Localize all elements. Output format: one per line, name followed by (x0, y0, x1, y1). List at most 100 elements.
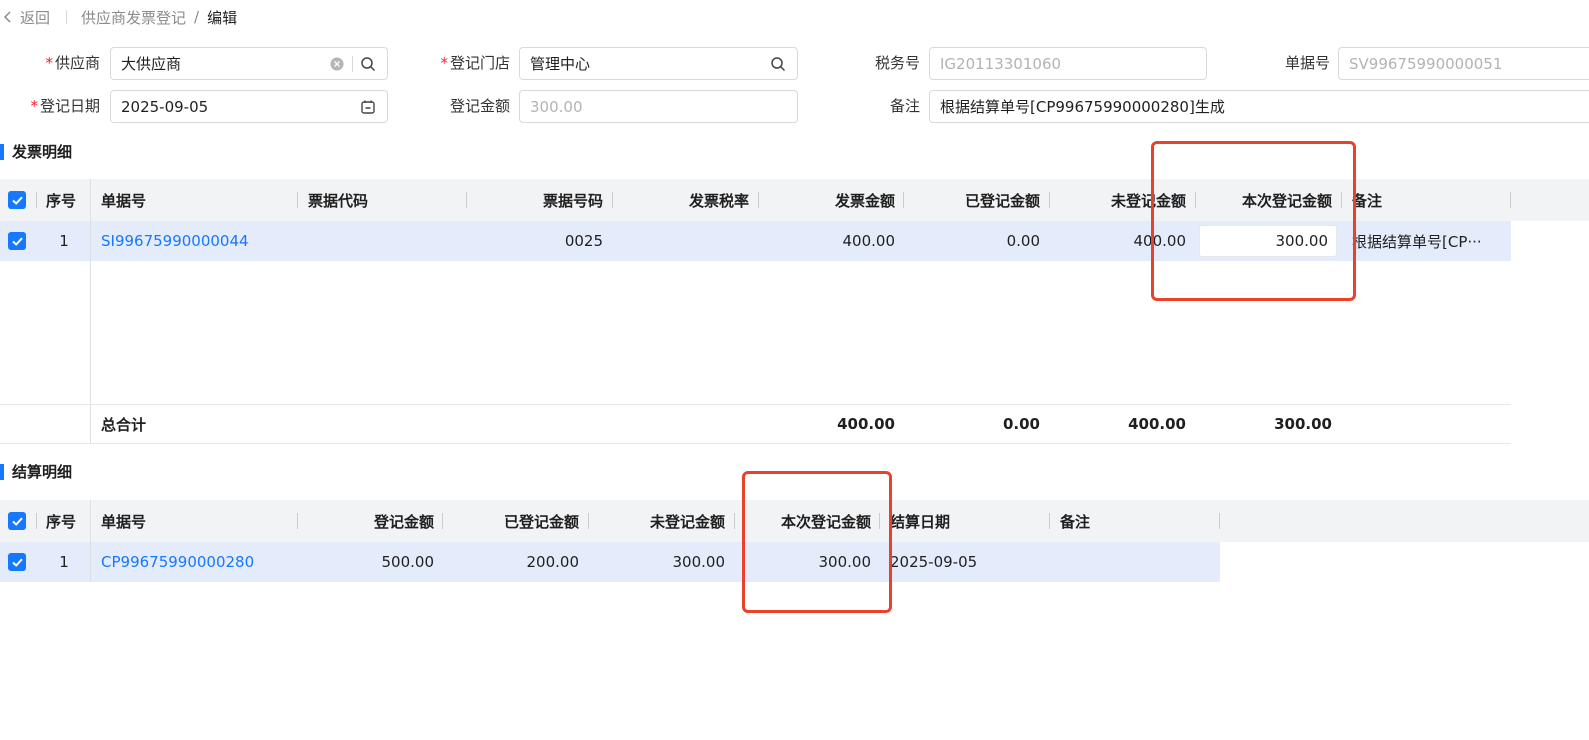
row-amount: 400.00 (842, 232, 896, 250)
row-date: 2025-09-05 (890, 553, 978, 571)
col-header-doc-no: 单据号 (101, 191, 147, 210)
col-header-current: 本次登记金额 (780, 512, 871, 531)
search-icon[interactable] (359, 55, 377, 73)
tax-no-value: IG20113301060 (940, 54, 1062, 73)
row-seq: 1 (59, 232, 69, 250)
remark-label: 备注 (889, 97, 920, 115)
table-row[interactable]: 1 SI99675990000044 0025 400.00 0.00 400.… (0, 221, 1511, 261)
doc-no-label: 单据号 (1284, 54, 1330, 72)
row-current: 300.00 (818, 553, 872, 571)
col-header-reg-amount: 登记金额 (373, 512, 434, 531)
column-border (90, 261, 91, 404)
column-divider (1219, 513, 1220, 529)
current-amount-input[interactable]: 300.00 (1199, 225, 1337, 257)
remark-value: 根据结算单号[CP99675990000280]生成 (940, 98, 1225, 116)
column-divider (1049, 513, 1050, 529)
store-field[interactable]: 管理中心 (519, 47, 798, 80)
row-reg-amount: 500.00 (381, 553, 435, 571)
row-unregistered: 400.00 (1133, 232, 1187, 250)
back-label: 返回 (20, 8, 51, 27)
col-header-current: 本次登记金额 (1241, 191, 1332, 210)
chevron-left-icon (3, 11, 11, 23)
breadcrumb-current: 编辑 (207, 8, 238, 27)
table-row[interactable]: 1 CP99675990000280 500.00 200.00 300.00 … (0, 542, 1220, 582)
row-doc-no-link[interactable]: SI99675990000044 (101, 221, 249, 261)
column-divider (903, 192, 904, 208)
row-unregistered: 300.00 (672, 553, 726, 571)
column-divider (466, 192, 467, 208)
column-divider (297, 513, 298, 529)
col-header-seq: 序号 (46, 512, 77, 531)
reg-amount-field: 300.00 (519, 90, 798, 123)
breadcrumb: 返回 供应商发票登记 / 编辑 (0, 6, 237, 28)
row-registered: 200.00 (526, 553, 580, 571)
invoice-section-title: 发票明细 (0, 142, 72, 162)
row-tax-rate (616, 221, 749, 261)
reg-date-label: * 登记日期 (30, 97, 100, 115)
row-checkbox[interactable] (6, 542, 28, 582)
col-header-seq: 序号 (46, 191, 77, 210)
column-divider (297, 192, 298, 208)
checkbox-checked-icon (8, 191, 26, 209)
row-seq: 1 (59, 553, 69, 571)
column-divider (1049, 192, 1050, 208)
checkbox-checked-icon (8, 232, 26, 250)
column-divider (442, 513, 443, 529)
col-header-remark: 备注 (1060, 512, 1091, 531)
column-divider (612, 192, 613, 208)
row-number: 0025 (564, 232, 603, 250)
select-all-checkbox[interactable] (6, 179, 28, 221)
supplier-value: 大供应商 (121, 55, 182, 73)
col-header-tax-rate: 发票税率 (688, 191, 749, 210)
row-checkbox[interactable] (6, 221, 28, 261)
totals-current: 300.00 (1274, 415, 1332, 433)
field-divider (352, 55, 353, 72)
remark-field[interactable]: 根据结算单号[CP99675990000280]生成 (929, 90, 1589, 123)
col-header-amount: 发票金额 (834, 191, 895, 210)
doc-no-value: SV99675990000051 (1349, 54, 1503, 73)
reg-date-value: 2025-09-05 (121, 97, 209, 116)
column-border (90, 405, 91, 443)
tax-no-field: IG20113301060 (929, 47, 1207, 80)
column-divider (758, 192, 759, 208)
column-border (90, 179, 91, 221)
tax-no-label: 税务号 (874, 54, 920, 72)
col-header-registered: 已登记金额 (503, 512, 579, 531)
invoice-table-header: 序号 单据号 票据代码 票据号码 发票税率 发票金额 已登记金额 未登记金额 本… (0, 179, 1589, 221)
totals-registered: 0.00 (1002, 415, 1040, 433)
breadcrumb-parent[interactable]: 供应商发票登记 (81, 7, 186, 28)
col-header-unregistered: 未登记金额 (649, 512, 725, 531)
reg-date-field[interactable]: 2025-09-05 (110, 90, 388, 123)
col-header-number: 票据号码 (542, 191, 603, 210)
column-divider (1510, 192, 1511, 208)
doc-no-field: SV99675990000051 (1338, 47, 1589, 80)
column-divider (588, 513, 589, 529)
clear-icon[interactable] (328, 55, 346, 73)
checkbox-checked-icon (8, 553, 26, 571)
select-all-checkbox[interactable] (6, 500, 28, 542)
totals-amount: 400.00 (837, 415, 895, 433)
column-divider (36, 192, 37, 208)
totals-label: 总合计 (101, 415, 147, 434)
row-registered: 0.00 (1006, 232, 1040, 250)
col-header-registered: 已登记金额 (964, 191, 1040, 210)
supplier-label: * 供应商 (45, 54, 100, 72)
column-divider (879, 513, 880, 529)
column-border (90, 542, 91, 582)
back-button[interactable]: 返回 (0, 7, 50, 28)
calendar-icon[interactable] (359, 98, 377, 116)
column-divider (1195, 192, 1196, 208)
breadcrumb-divider (66, 10, 68, 24)
column-border (90, 500, 91, 542)
settlement-table-header: 序号 单据号 登记金额 已登记金额 未登记金额 本次登记金额 结算日期 备注 (0, 500, 1589, 542)
reg-amount-label: 登记金额 (449, 97, 510, 115)
invoice-totals-row: 总合计 400.00 0.00 400.00 300.00 (0, 404, 1511, 444)
row-doc-no-link[interactable]: CP99675990000280 (101, 542, 254, 582)
reg-amount-value: 300.00 (530, 97, 583, 116)
col-header-date: 结算日期 (890, 512, 951, 531)
supplier-field[interactable]: 大供应商 (110, 47, 388, 80)
column-border (90, 221, 91, 261)
settlement-section-title: 结算明细 (0, 462, 72, 482)
search-icon[interactable] (769, 55, 787, 73)
column-divider (36, 513, 37, 529)
